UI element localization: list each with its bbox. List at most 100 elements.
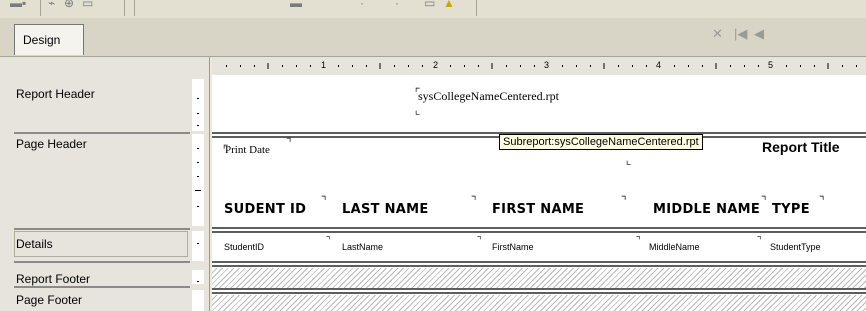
ruler-dot bbox=[197, 243, 199, 244]
column-header-student-id[interactable]: SUDENT ID bbox=[224, 202, 306, 217]
detail-field-middle-name[interactable]: MiddleName bbox=[649, 242, 700, 252]
toolbar-icon[interactable]: · bbox=[395, 0, 399, 10]
section-separator bbox=[212, 261, 866, 263]
ruler-mark-5: 5 bbox=[768, 60, 774, 70]
section-label-page-footer[interactable]: Page Footer bbox=[16, 293, 82, 307]
toolbar-icon[interactable]: ⌁ bbox=[48, 0, 55, 10]
field-bracket: ⌝ bbox=[325, 236, 332, 247]
toolbar-separator bbox=[476, 0, 477, 16]
ruler-dot bbox=[366, 65, 367, 67]
ruler-dot bbox=[758, 65, 759, 67]
field-bracket: ⌝ bbox=[476, 236, 483, 247]
page-footer-suppressed bbox=[212, 295, 866, 311]
ruler-dot bbox=[478, 65, 479, 67]
report-title-field[interactable]: Report Title bbox=[762, 139, 840, 155]
toolbar-icon[interactable]: ▭ bbox=[424, 0, 435, 10]
column-header-middle-name[interactable]: MIDDLE NAME bbox=[653, 202, 760, 217]
ruler-dot bbox=[590, 65, 591, 67]
section-divider bbox=[14, 132, 190, 134]
ruler-dot bbox=[394, 65, 395, 67]
toolbar-separator bbox=[134, 0, 135, 16]
vertical-ruler-segment bbox=[192, 231, 204, 261]
section-separator bbox=[212, 288, 866, 290]
ruler-dot bbox=[195, 190, 201, 191]
horizontal-ruler: 1 2 3 4 5 bbox=[212, 57, 866, 75]
detail-field-student-type[interactable]: StudentType bbox=[770, 242, 821, 252]
ruler-dot bbox=[632, 65, 633, 67]
toolbar-icon[interactable]: ▬▪ bbox=[10, 0, 26, 10]
section-divider bbox=[14, 286, 190, 288]
section-separator bbox=[212, 231, 866, 233]
toolbar-icon[interactable]: ▬ bbox=[290, 0, 302, 10]
tab-design[interactable]: Design bbox=[14, 24, 84, 55]
report-footer-suppressed bbox=[212, 268, 866, 288]
detail-field-last-name[interactable]: LastName bbox=[342, 242, 383, 252]
tab-design-label: Design bbox=[23, 33, 61, 47]
subreport-tooltip: Subreport:sysCollegeNameCentered.rpt bbox=[499, 134, 703, 150]
subreport-name-field[interactable]: sysCollegeNameCentered.rpt bbox=[418, 89, 559, 104]
ruler-dot bbox=[702, 65, 703, 67]
section-label-report-header[interactable]: Report Header bbox=[16, 87, 95, 101]
ruler-dot bbox=[197, 98, 199, 99]
previous-page-icon[interactable]: ◀ bbox=[754, 26, 764, 42]
field-bracket: ⌝ bbox=[635, 236, 642, 247]
ruler-dot bbox=[450, 65, 451, 67]
first-page-icon[interactable]: |◀ bbox=[734, 26, 747, 42]
detail-field-first-name[interactable]: FirstName bbox=[492, 242, 534, 252]
detail-field-student-id[interactable]: StudentID bbox=[224, 242, 264, 252]
ruler-dot bbox=[197, 281, 199, 282]
field-bracket: ⌝ bbox=[818, 194, 826, 208]
ruler-dot bbox=[534, 65, 535, 67]
ruler-dot bbox=[296, 65, 297, 67]
ruler-dot bbox=[240, 65, 241, 67]
ruler-dot bbox=[730, 65, 731, 67]
section-divider bbox=[14, 228, 190, 230]
section-label-details[interactable]: Details bbox=[16, 237, 53, 251]
toolbar-icon[interactable]: · bbox=[360, 0, 364, 10]
close-icon[interactable]: ✕ bbox=[712, 26, 723, 42]
design-canvas: ⌜ sysCollegeNameCentered.rpt ⌞ ⌜ Print D… bbox=[212, 75, 866, 311]
ruler-dot bbox=[282, 65, 283, 67]
ruler-mark-4: 4 bbox=[656, 60, 662, 70]
ruler-dot bbox=[197, 113, 199, 114]
toolbar-separator bbox=[40, 0, 41, 16]
print-date-field[interactable]: Print Date bbox=[225, 144, 270, 156]
section-separator bbox=[212, 227, 866, 229]
column-header-type[interactable]: TYPE bbox=[772, 202, 810, 217]
ruler-dot bbox=[197, 206, 199, 207]
field-bracket: ⌝ bbox=[285, 136, 293, 150]
field-bracket: ⌞ bbox=[625, 154, 633, 168]
ruler-dot bbox=[254, 65, 255, 67]
section-separator bbox=[212, 292, 866, 294]
field-bracket: ⌝ bbox=[470, 194, 478, 208]
section-label-page-header[interactable]: Page Header bbox=[16, 137, 87, 151]
ruler-dot bbox=[197, 176, 199, 177]
ruler-dot bbox=[814, 65, 815, 67]
ruler-dot bbox=[197, 125, 199, 126]
toolbar-icon[interactable]: ⊕ bbox=[64, 0, 74, 10]
section-separator bbox=[212, 265, 866, 267]
field-bracket: ⌝ bbox=[620, 194, 628, 208]
column-header-last-name[interactable]: LAST NAME bbox=[342, 202, 429, 217]
ruler-dot bbox=[646, 65, 647, 67]
ruler-dot bbox=[506, 65, 507, 67]
section-divider bbox=[14, 261, 190, 263]
ruler-dot bbox=[786, 65, 787, 67]
section-panel: Report Header Page Header Details Report… bbox=[0, 57, 190, 311]
vertical-ruler bbox=[190, 57, 210, 311]
ruler-dot bbox=[674, 65, 675, 67]
ruler-dot bbox=[422, 65, 423, 67]
toolbar-icon[interactable]: ▲ bbox=[443, 0, 455, 10]
ruler-mark-3: 3 bbox=[544, 60, 550, 70]
toolbar: ▬▪ ⌁ ⊕ ▭ ▬ · · ▭ ▲ bbox=[0, 0, 866, 19]
ruler-dot bbox=[310, 65, 311, 67]
section-label-report-footer[interactable]: Report Footer bbox=[16, 272, 90, 286]
ruler-dot bbox=[520, 65, 521, 67]
field-bracket: ⌝ bbox=[320, 194, 328, 208]
ruler-dot bbox=[338, 65, 339, 67]
field-bracket: ⌝ bbox=[760, 194, 768, 208]
ruler-dot bbox=[464, 65, 465, 67]
toolbar-icon[interactable]: ▭ bbox=[82, 0, 93, 10]
ruler-dot bbox=[800, 65, 801, 67]
column-header-first-name[interactable]: FIRST NAME bbox=[492, 202, 584, 217]
